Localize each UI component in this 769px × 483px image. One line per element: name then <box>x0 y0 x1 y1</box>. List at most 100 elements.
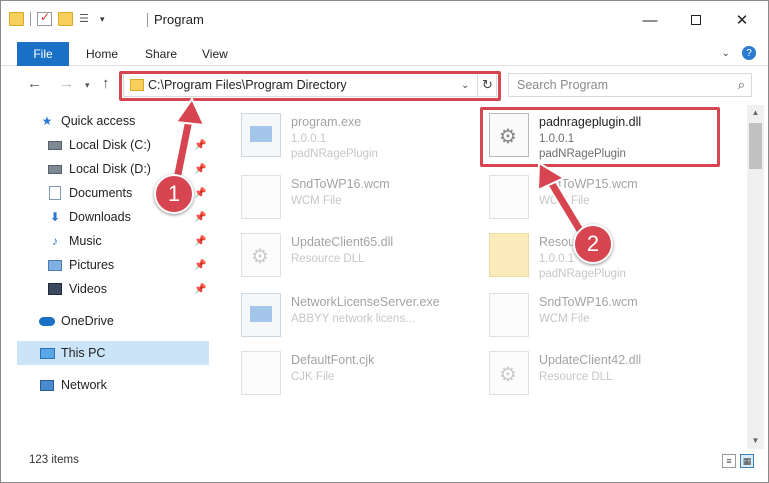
navigation-pane: ★ Quick access Local Disk (C:) 📌 Local D… <box>17 105 209 445</box>
customize-toolbar-icon[interactable]: ☰ <box>79 12 94 26</box>
sidebar-item-videos[interactable]: Videos 📌 <box>17 277 209 301</box>
tab-home[interactable]: Home <box>86 47 118 61</box>
file-item-padnrageplugin-dll[interactable]: ⚙ padnrageplugin.dll 1.0.0.1 padNRagePlu… <box>483 109 723 167</box>
file-item-defaultfont-cjk[interactable]: DefaultFont.cjk CJK File <box>235 347 475 405</box>
maximize-button[interactable] <box>673 1 719 39</box>
dll-icon: ⚙ <box>489 113 529 157</box>
close-icon: ✕ <box>735 12 749 29</box>
tab-file[interactable]: File <box>17 42 69 66</box>
chevron-down-icon[interactable]: ▾ <box>100 14 105 25</box>
file-item-sndtowp16-wcm-2[interactable]: SndToWP16.wcm WCM File <box>483 289 723 347</box>
videos-icon <box>47 282 63 296</box>
file-type: ABBYY network licens... <box>291 313 415 325</box>
ribbon-tabs: File Home Share View ⌄ ? <box>1 42 768 66</box>
recent-locations-icon[interactable]: ▾ <box>85 80 90 91</box>
ribbon-controls: ⌄ ? <box>722 46 756 60</box>
pin-icon[interactable]: 📌 <box>194 164 206 175</box>
address-bar[interactable]: C:\Program Files\Program Directory ⌄ ↻ <box>123 73 497 97</box>
pin-icon[interactable]: 📌 <box>194 188 206 199</box>
gear-icon: ⚙ <box>499 364 517 386</box>
scrollbar-thumb[interactable] <box>749 123 762 169</box>
file-name: SndToWP15.wcm <box>539 177 638 191</box>
folder-icon <box>9 12 24 26</box>
file-name: padnrageplugin.dll <box>539 115 642 129</box>
new-folder-icon[interactable] <box>58 12 73 26</box>
divider <box>30 12 31 26</box>
computer-icon <box>39 346 55 360</box>
search-input[interactable] <box>509 74 729 96</box>
back-arrow-icon[interactable]: ← <box>27 75 42 92</box>
download-icon: ⬇ <box>49 210 61 224</box>
file-description: padNRagePlugin <box>539 268 626 280</box>
up-arrow-icon[interactable]: ↑ <box>102 75 110 92</box>
sidebar-item-onedrive[interactable]: OneDrive <box>17 309 209 333</box>
sidebar-item-label: Network <box>61 378 107 392</box>
folder-icon <box>130 79 144 91</box>
chevron-down-icon[interactable]: ⌄ <box>461 80 469 91</box>
explorer-window: ☰ ▾ Program — ✕ File Home Share View ⌄ ?… <box>0 0 769 483</box>
details-view-icon[interactable]: ≡ <box>722 454 736 468</box>
pin-icon[interactable]: 📌 <box>194 212 206 223</box>
sidebar-item-label: OneDrive <box>61 314 114 328</box>
disk-icon <box>47 162 63 176</box>
sidebar-item-quick-access[interactable]: ★ Quick access <box>17 109 209 133</box>
scroll-down-icon[interactable]: ▼ <box>747 433 764 449</box>
properties-icon[interactable] <box>37 10 52 26</box>
callout-1: 1 <box>154 174 194 214</box>
file-type: WCM File <box>539 195 590 207</box>
file-item-sndtowp15-wcm[interactable]: SndToWP15.wcm WCM File <box>483 171 723 229</box>
file-name: DefaultFont.cjk <box>291 353 375 367</box>
file-list: program.exe 1.0.0.1 padNRagePlugin ⚙ pad… <box>229 105 745 445</box>
sidebar-item-label: Documents <box>69 186 133 200</box>
file-name: SndToWP16.wcm <box>291 177 390 191</box>
file-item-networklicenseserver-exe[interactable]: NetworkLicenseServer.exe ABBYY network l… <box>235 289 475 347</box>
item-count: 123 items <box>29 454 79 466</box>
navigation-bar: ← → ▾ ↑ C:\Program Files\Program Directo… <box>1 69 768 101</box>
pin-icon[interactable]: 📌 <box>194 236 206 247</box>
maximize-icon <box>691 15 701 25</box>
file-item-program-exe[interactable]: program.exe 1.0.0.1 padNRagePlugin <box>235 109 475 167</box>
search-icon[interactable]: ⌕ <box>738 77 745 93</box>
file-type: WCM File <box>539 313 590 325</box>
search-box[interactable]: ⌕ <box>508 73 752 97</box>
sidebar-item-local-disk-c[interactable]: Local Disk (C:) 📌 <box>17 133 209 157</box>
minimize-button[interactable]: — <box>627 1 673 39</box>
dll-icon: ⚙ <box>241 233 281 277</box>
sidebar-item-pictures[interactable]: Pictures 📌 <box>17 253 209 277</box>
file-type: CJK File <box>291 371 335 383</box>
tiles-view-icon[interactable]: ▦ <box>740 454 754 468</box>
file-item-sndtowp16-wcm[interactable]: SndToWP16.wcm WCM File <box>235 171 475 229</box>
vertical-scrollbar[interactable]: ▲ ▼ <box>747 105 764 449</box>
pictures-icon <box>47 258 63 272</box>
file-version: 1.0.0.1 <box>539 253 575 265</box>
scroll-up-icon[interactable]: ▲ <box>747 105 764 121</box>
sidebar-item-label: Local Disk (D:) <box>69 162 151 176</box>
address-path[interactable]: C:\Program Files\Program Directory <box>148 78 347 92</box>
sidebar-item-label: Local Disk (C:) <box>69 138 151 152</box>
divider <box>147 13 148 27</box>
sidebar-item-this-pc[interactable]: This PC <box>17 341 209 365</box>
minimize-icon: — <box>642 11 658 29</box>
status-bar: 123 items ≡ ▦ <box>1 451 768 473</box>
pin-icon[interactable]: 📌 <box>194 140 206 151</box>
expand-ribbon-icon[interactable]: ⌄ <box>722 48 730 59</box>
callout-2: 2 <box>573 224 613 264</box>
sidebar-item-label: Downloads <box>69 210 131 224</box>
forward-arrow-icon[interactable]: → <box>59 75 74 92</box>
help-icon[interactable]: ? <box>742 46 756 60</box>
file-version: 1.0.0.1 <box>539 133 575 145</box>
documents-icon <box>47 186 63 200</box>
sidebar-item-label: This PC <box>61 346 106 360</box>
tab-view[interactable]: View <box>202 47 228 61</box>
file-item-updateclient65-dll[interactable]: ⚙ UpdateClient65.dll Resource DLL <box>235 229 475 287</box>
tab-share[interactable]: Share <box>145 47 177 61</box>
refresh-icon[interactable]: ↻ <box>477 74 497 96</box>
close-button[interactable]: ✕ <box>719 1 765 39</box>
sidebar-item-network[interactable]: Network <box>17 373 209 397</box>
file-name: program.exe <box>291 115 362 129</box>
file-item-updateclient42-dll[interactable]: ⚙ UpdateClient42.dll Resource DLL <box>483 347 723 405</box>
pin-icon[interactable]: 📌 <box>194 284 206 295</box>
sidebar-item-music[interactable]: ♪ Music 📌 <box>17 229 209 253</box>
pin-icon[interactable]: 📌 <box>194 260 206 271</box>
sidebar-item-label: Music <box>69 234 102 248</box>
